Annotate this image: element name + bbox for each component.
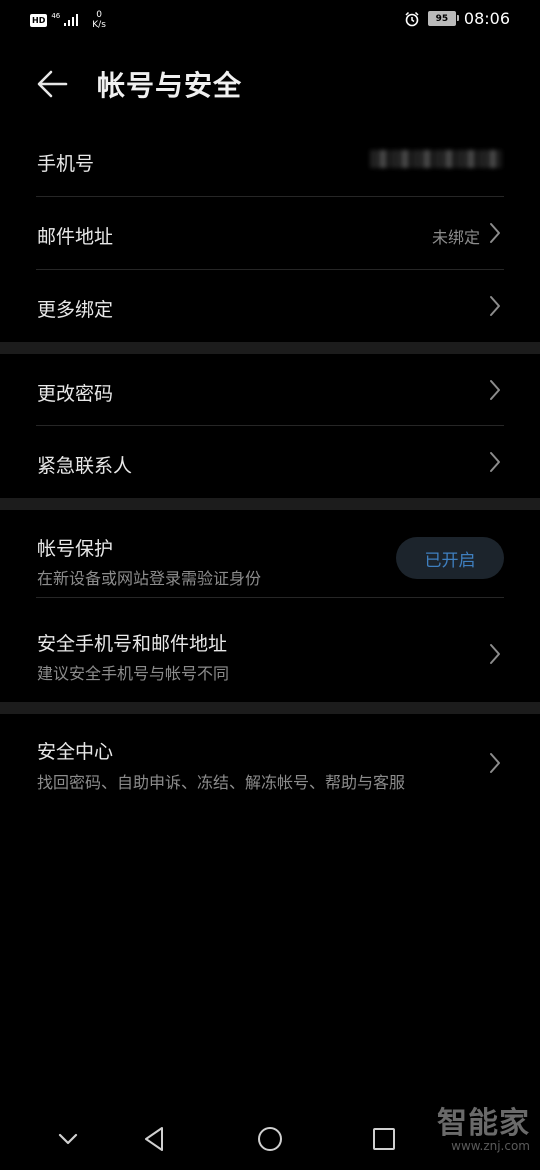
security-center-subtitle: 找回密码、自助申诉、冻结、解冻帐号、帮助与客服 (37, 773, 406, 792)
more-binding-label: 更多绑定 (37, 299, 114, 321)
more-binding-row[interactable]: 更多绑定 (0, 270, 540, 342)
chevron-right-icon (490, 380, 500, 400)
change-password-row[interactable]: 更改密码 (0, 354, 540, 426)
battery-level: 95 (435, 13, 449, 24)
home-circle-icon[interactable] (255, 1124, 285, 1154)
change-password-label: 更改密码 (37, 383, 114, 405)
account-protection-subtitle: 在新设备或网站登录需验证身份 (37, 569, 262, 588)
emergency-contact-row[interactable]: 紧急联系人 (0, 426, 540, 498)
clock: 08:06 (463, 9, 510, 28)
chevron-right-icon (490, 296, 500, 316)
emergency-contact-label: 紧急联系人 (37, 455, 133, 477)
security-center-row[interactable]: 安全中心 找回密码、自助申诉、冻结、解冻帐号、帮助与客服 (0, 714, 540, 812)
chevron-right-icon (490, 753, 500, 773)
status-left: HD 46 0 K/s (30, 10, 106, 30)
secure-phone-email-title: 安全手机号和邮件地址 (37, 633, 228, 655)
secure-phone-email-row[interactable]: 安全手机号和邮件地址 建议安全手机号与帐号不同 (0, 598, 540, 702)
account-protection-status-button[interactable]: 已开启 (396, 537, 504, 579)
email-address-value: 未绑定 (431, 228, 480, 247)
recents-square-icon[interactable] (369, 1124, 399, 1154)
email-address-label: 邮件地址 (37, 226, 114, 248)
section-separator (0, 702, 540, 714)
section-separator (0, 498, 540, 510)
alarm-icon (405, 11, 419, 26)
watermark: 智能家 www.znj.com (437, 1106, 530, 1153)
chevron-right-icon (490, 644, 500, 664)
header: 帐号与安全 (0, 50, 540, 116)
battery-icon: 95 (427, 11, 459, 26)
net-speed-value: 0 (96, 10, 102, 20)
net-speed: 0 K/s (92, 10, 106, 30)
secure-phone-email-subtitle: 建议安全手机号与帐号不同 (37, 664, 230, 683)
section-separator (0, 342, 540, 354)
phone-number-value-redacted (370, 150, 502, 168)
watermark-url: www.znj.com (451, 1139, 530, 1153)
net-speed-unit: K/s (92, 20, 106, 30)
chevron-right-icon (490, 223, 500, 243)
signal-icon (64, 14, 79, 26)
email-address-row[interactable]: 邮件地址 未绑定 (0, 197, 540, 269)
status-right: 95 08:06 (404, 9, 510, 28)
chevron-down-icon[interactable] (53, 1124, 83, 1154)
watermark-text: 智能家 (437, 1106, 530, 1141)
chevron-right-icon (490, 452, 500, 472)
network-type: 46 (51, 12, 61, 20)
hd-badge: HD (30, 13, 48, 27)
back-triangle-icon[interactable] (140, 1124, 170, 1154)
account-protection-title: 帐号保护 (37, 538, 114, 560)
security-center-title: 安全中心 (37, 741, 114, 763)
back-arrow-icon[interactable] (36, 67, 70, 101)
status-bar: HD 46 0 K/s 95 08:06 (0, 0, 540, 40)
page-title: 帐号与安全 (97, 69, 243, 102)
account-protection-status-label: 已开启 (424, 550, 476, 571)
phone-number-label: 手机号 (37, 153, 95, 175)
